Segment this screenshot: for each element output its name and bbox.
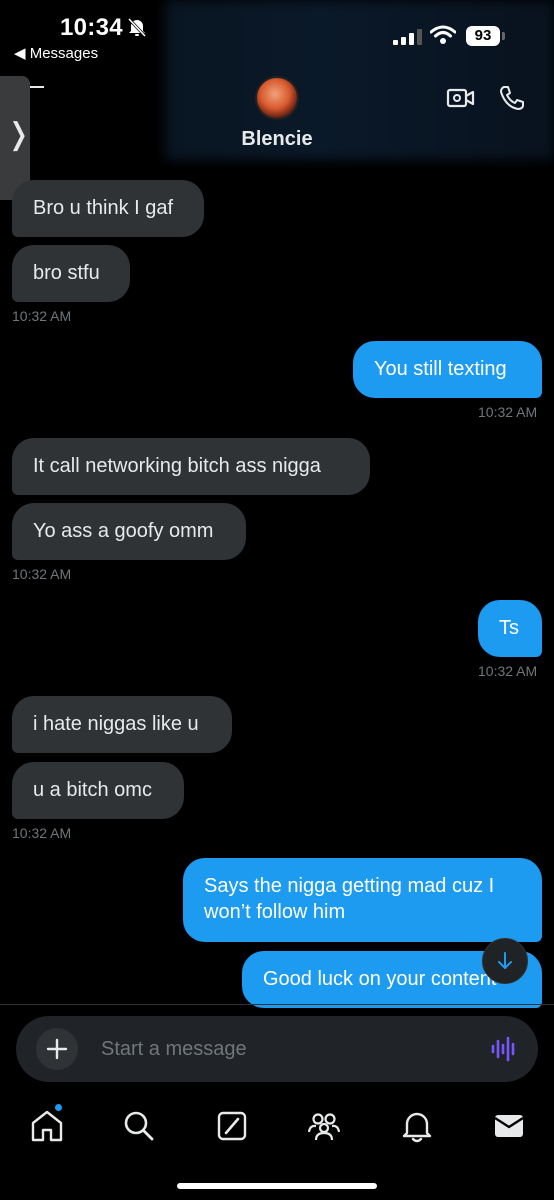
chevron-right-icon: ❭ (6, 118, 32, 151)
grok-icon[interactable] (214, 1108, 250, 1144)
message-timestamp: 10:32 AM (12, 308, 72, 324)
plus-icon (46, 1038, 68, 1060)
communities-icon[interactable] (306, 1108, 342, 1144)
scroll-to-bottom-button[interactable] (482, 938, 528, 984)
contact-name[interactable]: Blencie (0, 128, 554, 151)
voice-message-icon[interactable] (490, 1036, 518, 1062)
message-timestamp: 10:32 AM (12, 825, 72, 841)
message-bubble-incoming[interactable]: Yo ass a goofy omm (12, 503, 246, 560)
contact-avatar[interactable] (255, 76, 299, 120)
message-timestamp: 10:32 AM (478, 404, 538, 420)
dm-screen: 10:34 ◀ Messages 93 Blencie ❭ Bro u thin… (0, 0, 554, 1200)
message-bubble-incoming[interactable]: u a bitch omc (12, 762, 184, 819)
message-bubble-incoming[interactable]: Bro u think I gaf (12, 180, 204, 237)
signal-icon (393, 29, 422, 45)
messages-icon[interactable] (491, 1108, 527, 1144)
composer-divider (0, 1004, 554, 1005)
home-indicator[interactable] (177, 1183, 377, 1189)
search-icon[interactable] (121, 1108, 157, 1144)
message-bubble-outgoing[interactable]: Says the nigga getting mad cuz I won’t f… (183, 858, 542, 942)
bell-off-icon (127, 17, 147, 38)
message-bubble-incoming[interactable]: bro stfu (12, 245, 130, 302)
message-composer[interactable]: Start a message (16, 1016, 538, 1082)
notifications-icon[interactable] (399, 1108, 435, 1144)
message-bubble-incoming[interactable]: It call networking bitch ass nigga (12, 438, 370, 495)
unread-indicator (55, 1104, 62, 1111)
message-input[interactable]: Start a message (101, 1038, 247, 1061)
phone-icon[interactable] (498, 84, 526, 112)
home-icon[interactable] (29, 1108, 65, 1144)
conversation-header: Blencie (0, 70, 554, 162)
battery-icon: 93 (466, 26, 500, 46)
battery-nub (502, 32, 505, 40)
message-timestamp: 10:32 AM (478, 663, 538, 679)
message-bubble-outgoing[interactable]: Ts (478, 600, 542, 657)
message-timestamp: 10:32 AM (12, 566, 72, 582)
arrow-down-icon (498, 952, 512, 969)
video-call-icon[interactable] (446, 86, 476, 110)
wifi-icon (430, 25, 456, 44)
status-bar: 10:34 ◀ Messages 93 (0, 0, 554, 160)
back-to-messages-link[interactable]: ◀ Messages (14, 44, 98, 62)
add-media-button[interactable] (36, 1028, 78, 1070)
message-bubble-outgoing[interactable]: You still texting (353, 341, 542, 398)
status-time: 10:34 (60, 14, 123, 41)
message-bubble-incoming[interactable]: i hate niggas like u (12, 696, 232, 753)
